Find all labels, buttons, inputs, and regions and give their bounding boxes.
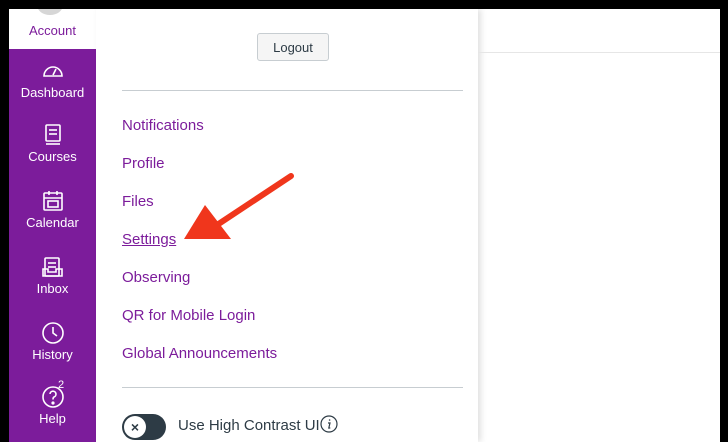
link-qr-mobile-login[interactable]: QR for Mobile Login	[122, 307, 255, 324]
nav-item-courses[interactable]: Courses	[9, 115, 96, 179]
logout-button[interactable]: Logout	[257, 33, 329, 61]
help-badge: 2	[58, 379, 65, 391]
nav-item-label: Courses	[28, 149, 77, 164]
history-icon	[41, 322, 64, 344]
link-settings[interactable]: Settings	[122, 231, 176, 248]
nav-item-label: Help	[39, 411, 66, 426]
nav-item-label: History	[32, 347, 73, 362]
nav-account[interactable]: Account	[9, 9, 96, 49]
inbox-icon	[41, 257, 63, 277]
high-contrast-toggle[interactable]: ×	[122, 414, 166, 440]
divider	[122, 387, 463, 388]
global-nav: Account Dashboard Courses Calendar Inbox…	[9, 9, 96, 442]
nav-item-dashboard[interactable]: Dashboard	[9, 51, 96, 115]
nav-item-label: Dashboard	[20, 85, 85, 100]
content-header-divider	[478, 52, 720, 53]
link-notifications[interactable]: Notifications	[122, 117, 204, 134]
screenshot-frame: Account Dashboard Courses Calendar Inbox…	[0, 0, 728, 442]
app-window: Account Dashboard Courses Calendar Inbox…	[9, 9, 720, 442]
calendar-icon	[42, 191, 63, 211]
info-icon[interactable]	[320, 415, 338, 433]
account-tray: Logout Notifications Profile Files Setti…	[96, 9, 478, 442]
dashboard-icon	[42, 66, 63, 77]
nav-item-label: Inbox	[36, 281, 69, 296]
nav-item-inbox[interactable]: Inbox	[9, 247, 96, 311]
divider	[122, 90, 463, 91]
link-global-announcements[interactable]: Global Announcements	[122, 345, 277, 362]
nav-account-label: Account	[29, 23, 76, 38]
courses-icon	[44, 124, 61, 145]
link-observing[interactable]: Observing	[122, 269, 190, 286]
toggle-off-icon: ×	[124, 416, 146, 438]
high-contrast-label: Use High Contrast UI	[178, 417, 320, 434]
link-files[interactable]: Files	[122, 193, 154, 210]
nav-item-help[interactable]: 2 Help	[9, 377, 96, 441]
avatar	[37, 9, 63, 15]
nav-item-history[interactable]: History	[9, 313, 96, 377]
link-profile[interactable]: Profile	[122, 155, 165, 172]
nav-item-label: Calendar	[26, 215, 79, 230]
nav-item-calendar[interactable]: Calendar	[9, 181, 96, 245]
